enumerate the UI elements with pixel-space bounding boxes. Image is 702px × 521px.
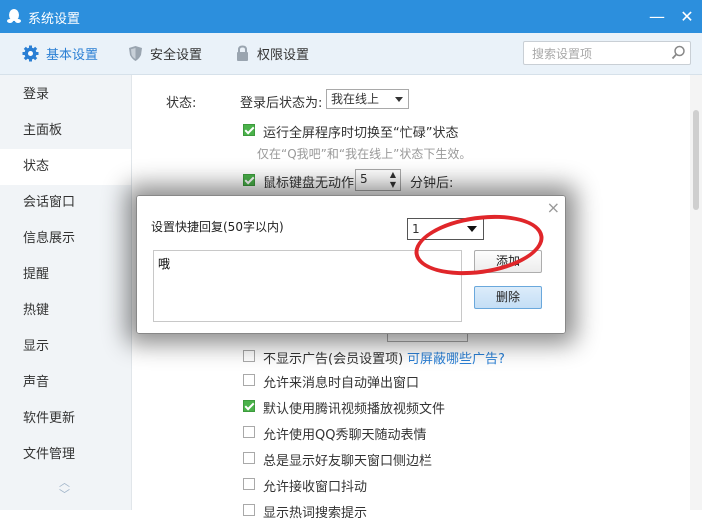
idle-minutes-value: 5 [360, 172, 368, 186]
window-shake-checkbox[interactable] [243, 478, 255, 490]
auto-popup-label: 允许来消息时自动弹出窗口 [263, 376, 420, 391]
hot-search-checkbox[interactable] [243, 504, 255, 516]
quick-reply-textarea[interactable]: 哦 [153, 250, 462, 322]
auto-popup-checkbox[interactable] [243, 374, 255, 386]
idle-suffix-label: 分钟后: [410, 176, 454, 191]
sidebar-item-hotkeys[interactable]: 热键 [0, 293, 131, 329]
chat-sidebar-checkbox[interactable] [243, 452, 255, 464]
tencent-video-checkbox[interactable] [243, 400, 255, 412]
login-status-value: 我在线上 [331, 92, 380, 106]
idle-label: 鼠标键盘无动作 [263, 176, 355, 191]
hide-ads-label: 不显示广告(会员设置项) [263, 352, 404, 367]
quick-reply-select-value: 1 [412, 222, 420, 236]
sidebar-scroll-arrows-icon[interactable]: ︿ ﹀ [59, 477, 70, 501]
sidebar-item-info-display[interactable]: 信息展示 [0, 221, 131, 257]
status-section-label: 状态: [166, 96, 197, 111]
window-title: 系统设置 [28, 12, 81, 27]
hidden-dropdown-edge [387, 334, 468, 342]
qq-show-emotes-label: 允许使用QQ秀聊天随动表情 [263, 428, 427, 443]
sidebar-item-status[interactable]: 状态 [0, 149, 131, 185]
minimize-button[interactable]: — [646, 6, 668, 28]
sidebar-item-display[interactable]: 显示 [0, 329, 131, 365]
sidebar-item-chat-window[interactable]: 会话窗口 [0, 185, 131, 221]
fullscreen-busy-hint: 仅在“Q我吧”和“我在线上”状态下生效。 [257, 147, 472, 161]
sidebar-item-main-panel[interactable]: 主面板 [0, 113, 131, 149]
qq-show-emotes-checkbox[interactable] [243, 426, 255, 438]
search-input[interactable] [530, 44, 664, 64]
stepper-arrows-icon[interactable]: ▲ ▼ [390, 170, 396, 190]
login-status-label: 登录后状态为: [240, 96, 323, 111]
dialog-title: 设置快捷回复(50字以内) [151, 220, 284, 234]
scrollbar-thumb[interactable] [693, 110, 699, 210]
chat-sidebar-label: 总是显示好友聊天窗口侧边栏 [263, 454, 433, 469]
idle-minutes-stepper[interactable]: 5 ▲ ▼ [355, 169, 401, 191]
idle-checkbox[interactable] [243, 174, 255, 186]
sidebar-item-file-management[interactable]: 文件管理 [0, 437, 131, 473]
sidebar-item-login[interactable]: 登录 [0, 77, 131, 113]
close-button[interactable]: ✕ [676, 6, 698, 28]
hide-ads-checkbox[interactable] [243, 350, 255, 362]
tab-label: 权限设置 [257, 48, 310, 63]
lock-icon [237, 45, 248, 61]
sidebar: 登录 主面板 状态 会话窗口 信息展示 提醒 热键 显示 声音 软件更新 文件管… [0, 75, 132, 510]
tab-security-settings[interactable]: 安全设置 [128, 33, 202, 74]
search-icon[interactable] [671, 45, 686, 60]
sidebar-item-sound[interactable]: 声音 [0, 365, 131, 401]
dialog-close-icon[interactable]: × [547, 198, 560, 217]
shield-icon [129, 46, 142, 61]
sidebar-item-reminder[interactable]: 提醒 [0, 257, 131, 293]
login-status-select[interactable]: 我在线上 [326, 89, 409, 109]
fullscreen-busy-checkbox[interactable] [243, 124, 255, 136]
tab-label: 基本设置 [46, 48, 99, 63]
sidebar-item-software-update[interactable]: 软件更新 [0, 401, 131, 437]
fullscreen-busy-label: 运行全屏程序时切换至“忙碌”状态 [263, 126, 459, 141]
tab-basic-settings[interactable]: 基本设置 [22, 33, 98, 74]
window-shake-label: 允许接收窗口抖动 [263, 480, 368, 495]
chevron-down-icon [395, 97, 403, 102]
blockable-ads-link[interactable]: 可屏蔽哪些广告? [407, 348, 505, 367]
qq-logo-icon [7, 9, 21, 23]
tab-label: 安全设置 [150, 48, 203, 63]
hot-search-label: 显示热词搜索提示 [263, 506, 368, 521]
title-bar: 系统设置 — ✕ [0, 0, 702, 33]
delete-button[interactable]: 删除 [474, 286, 542, 309]
tab-permission-settings[interactable]: 权限设置 [235, 33, 309, 74]
tab-bar: 基本设置 安全设置 权限设置 [0, 33, 702, 75]
tencent-video-label: 默认使用腾讯视频播放视频文件 [263, 402, 446, 417]
gear-icon [22, 45, 39, 62]
search-box[interactable] [523, 41, 691, 65]
